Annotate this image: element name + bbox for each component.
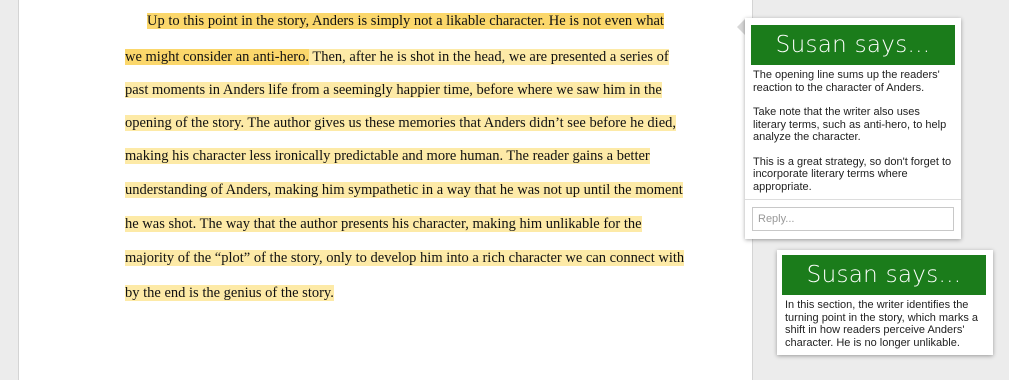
- text-line: by the end is the genius of the story.: [125, 277, 334, 309]
- commented-text[interactable]: we might consider an anti-hero.: [125, 49, 310, 65]
- left-margin: [0, 0, 19, 380]
- comment-paragraph: The opening line sums up the readers' re…: [753, 69, 940, 94]
- comment-divider: [745, 199, 961, 200]
- comment-banner: Susan says...: [751, 25, 955, 65]
- text-line: majority of the “plot” of the story, onl…: [125, 242, 685, 274]
- comment-paragraph: This is a great strategy, so don't forge…: [753, 155, 952, 193]
- text-line: he was shot. The way that the author pre…: [125, 208, 642, 240]
- commented-text[interactable]: majority of the “plot” of the story, onl…: [125, 250, 685, 266]
- comment-card[interactable]: Susan says... The opening line sums up t…: [745, 18, 961, 239]
- text-line: we might consider an anti-hero. Then, af…: [125, 41, 669, 73]
- commented-text[interactable]: by the end is the genius of the story.: [125, 285, 334, 301]
- text-line: opening of the story. The author gives u…: [125, 107, 676, 139]
- comment-body: In this section, the writer identifies t…: [777, 295, 993, 355]
- commented-text[interactable]: he was shot. The way that the author pre…: [125, 216, 642, 232]
- text-line: Up to this point in the story, Anders is…: [147, 5, 664, 37]
- comment-body: The opening line sums up the readers' re…: [745, 65, 961, 199]
- commented-text[interactable]: opening of the story. The author gives u…: [125, 115, 676, 131]
- comment-paragraph: Take note that the writer also uses lite…: [753, 106, 947, 143]
- commented-text[interactable]: Up to this point in the story, Anders is…: [147, 13, 664, 29]
- commented-text[interactable]: making his character less ironically pre…: [125, 148, 650, 164]
- comment-banner: Susan says...: [782, 255, 986, 295]
- comment-card[interactable]: Susan says... In this section, the write…: [777, 250, 993, 355]
- text-line: past moments in Anders life from a seemi…: [125, 74, 662, 106]
- comment-paragraph: In this section, the writer identifies t…: [785, 299, 978, 349]
- commented-text[interactable]: past moments in Anders life from a seemi…: [125, 82, 662, 98]
- text-line: making his character less ironically pre…: [125, 140, 650, 172]
- text-line: understanding of Anders, making him symp…: [125, 174, 683, 206]
- commented-text[interactable]: understanding of Anders, making him symp…: [125, 182, 683, 198]
- document-page: Up to this point in the story, Anders is…: [20, 0, 752, 380]
- commented-text[interactable]: Then, after he is shot in the head, we a…: [309, 49, 669, 65]
- reply-input[interactable]: Reply...: [752, 207, 954, 231]
